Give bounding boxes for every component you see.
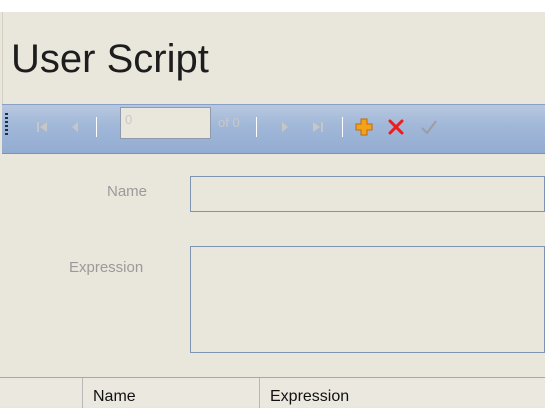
binding-navigator-toolbar bbox=[2, 104, 545, 154]
move-first-button[interactable] bbox=[32, 117, 52, 137]
user-script-window: User Script 0 of 0 Name Expression Name … bbox=[0, 0, 545, 408]
toolbar-grip[interactable] bbox=[5, 113, 8, 135]
top-edge bbox=[0, 0, 545, 12]
move-next-button[interactable] bbox=[275, 117, 295, 137]
count-label: of 0 bbox=[218, 115, 240, 130]
move-previous-icon bbox=[72, 122, 78, 132]
page-title: User Script bbox=[11, 37, 209, 81]
row-header-cell[interactable] bbox=[0, 378, 82, 408]
expression-label: Expression bbox=[69, 259, 144, 276]
add-new-icon bbox=[355, 118, 373, 136]
toolbar-separator bbox=[342, 117, 343, 137]
name-field[interactable] bbox=[190, 176, 545, 212]
delete-icon bbox=[388, 119, 404, 135]
name-label: Name bbox=[107, 183, 148, 200]
move-last-icon bbox=[313, 122, 323, 132]
column-divider[interactable] bbox=[259, 378, 260, 408]
column-header-expression[interactable]: Expression bbox=[264, 378, 545, 408]
position-input[interactable]: 0 bbox=[120, 107, 211, 139]
save-checkmark-icon bbox=[421, 120, 437, 135]
move-first-icon bbox=[37, 122, 47, 132]
move-last-button[interactable] bbox=[308, 117, 328, 137]
expression-field[interactable] bbox=[190, 246, 545, 353]
toolbar-separator bbox=[256, 117, 257, 137]
move-next-icon bbox=[282, 122, 288, 132]
title-panel: User Script bbox=[2, 12, 545, 104]
delete-button[interactable] bbox=[386, 117, 406, 137]
toolbar-separator bbox=[96, 117, 97, 137]
column-divider[interactable] bbox=[82, 378, 83, 408]
grid-header-row: Name Expression bbox=[0, 377, 545, 408]
move-previous-button[interactable] bbox=[65, 117, 85, 137]
add-new-button[interactable] bbox=[354, 117, 374, 137]
column-header-name[interactable]: Name bbox=[87, 378, 259, 408]
save-button[interactable] bbox=[419, 117, 439, 137]
